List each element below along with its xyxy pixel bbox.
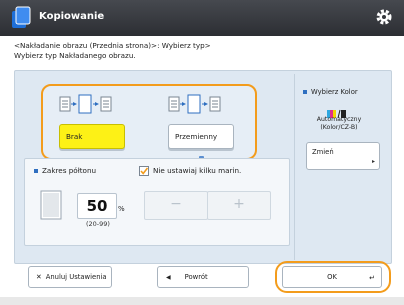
halftone-range: (20-99) xyxy=(86,220,110,228)
option-none-button[interactable]: Brak xyxy=(59,124,125,149)
no-margin-checkbox[interactable]: Nie ustawiaj kilku marin. xyxy=(139,166,241,176)
decrease-button[interactable]: − xyxy=(144,191,208,220)
arrow-right-icon: ▸ xyxy=(371,158,375,165)
ok-button[interactable]: OK ↵ xyxy=(282,266,382,288)
checkbox-icon xyxy=(139,166,149,176)
page-title: Kopiowanie xyxy=(39,11,105,22)
halftone-unit: % xyxy=(118,205,125,213)
increase-button[interactable]: + xyxy=(207,191,271,220)
cancel-settings-button[interactable]: ✕ Anuluj Ustawienia xyxy=(28,266,112,288)
instruction-line-1: <Nakładanie obrazu (Przednia strona)>: W… xyxy=(14,41,211,50)
overlay-alternate-diagram-icon xyxy=(168,93,238,119)
document-icon xyxy=(39,189,65,225)
bullet-icon xyxy=(34,169,38,173)
overlay-none-diagram-icon xyxy=(59,93,129,119)
close-icon: ✕ xyxy=(36,273,42,281)
select-color-label: Wybierz Kolor xyxy=(303,88,358,96)
title-bar: Kopiowanie xyxy=(0,0,404,36)
bottom-bar xyxy=(0,297,404,305)
enter-icon: ↵ xyxy=(369,274,375,282)
halftone-value-field[interactable]: 50 xyxy=(77,193,117,219)
instructions: <Nakładanie obrazu (Przednia strona)>: W… xyxy=(14,41,394,61)
bullet-icon xyxy=(303,90,307,94)
copy-app-icon xyxy=(10,5,32,33)
option-alternate-button[interactable]: Przemienny xyxy=(168,124,234,149)
back-button[interactable]: ◀ Powrót xyxy=(157,266,249,288)
instruction-line-2: Wybierz typ Nakładanego obrazu. xyxy=(14,51,136,60)
arrow-left-icon: ◀ xyxy=(166,274,171,281)
halftone-label: Zakres półtonu xyxy=(34,166,96,175)
no-margin-label: Nie ustawiaj kilku marin. xyxy=(153,166,242,175)
change-color-button[interactable]: Zmień ▸ xyxy=(306,142,380,170)
gear-icon[interactable] xyxy=(375,8,393,30)
color-value: Automatyczny (Kolor/CZ-B) xyxy=(316,116,362,131)
change-color-label: Zmień xyxy=(312,148,334,156)
